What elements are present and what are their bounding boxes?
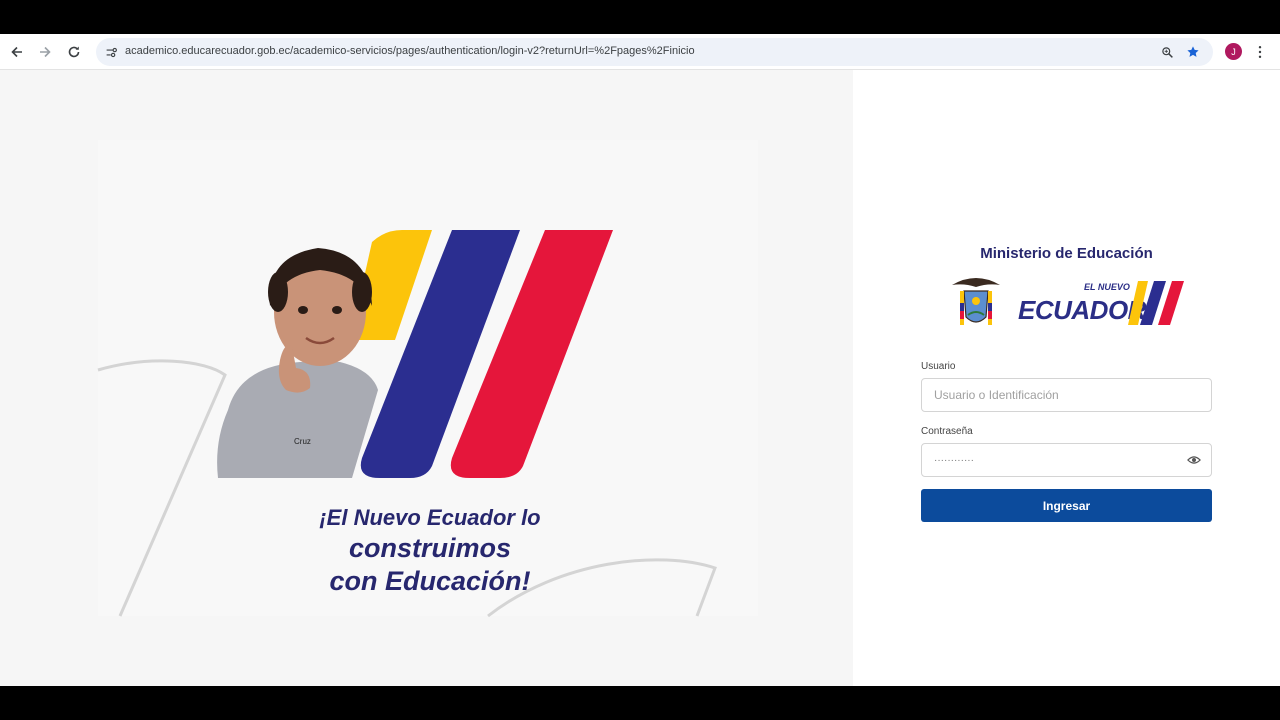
user-label: Usuario (921, 361, 956, 372)
browser-toolbar: academico.educarecuador.gob.ec/academico… (0, 34, 1280, 70)
password-input[interactable] (934, 444, 1174, 476)
zoom-icon[interactable] (1158, 43, 1176, 61)
slogan-part1: ¡El Nuevo Ecuador lo (319, 505, 541, 530)
letterbox-bottom (0, 686, 1280, 720)
menu-dots-icon[interactable] (1253, 41, 1267, 63)
eye-icon[interactable] (1187, 453, 1201, 467)
hero-panel: Cruz ¡El Nuevo Ecuador lo construimos co… (0, 70, 853, 686)
reload-icon[interactable] (62, 40, 86, 64)
site-info-icon[interactable] (102, 43, 120, 61)
forward-icon[interactable] (33, 40, 57, 64)
logo-small-text: EL NUEVO (1084, 282, 1130, 292)
login-button[interactable]: Ingresar (921, 489, 1212, 522)
slogan: ¡El Nuevo Ecuador lo construimos con Edu… (240, 503, 620, 597)
letterbox-top (0, 0, 1280, 34)
back-icon[interactable] (5, 40, 29, 64)
coat-of-arms-icon (952, 278, 1000, 325)
slogan-part2: construimos (348, 533, 512, 563)
address-bar[interactable]: academico.educarecuador.gob.ec/academico… (96, 38, 1213, 66)
logo-main-text: ECUADOR (1018, 295, 1146, 325)
user-field[interactable] (921, 378, 1212, 412)
url-text[interactable]: academico.educarecuador.gob.ec/academico… (125, 45, 695, 57)
shirt-label: Cruz (294, 437, 311, 446)
ministry-logo: EL NUEVO ECUADOR (946, 273, 1196, 335)
slogan-line2: con Educación! (329, 566, 531, 596)
password-field[interactable] (921, 443, 1212, 477)
profile-avatar[interactable]: J (1225, 43, 1242, 60)
password-label: Contraseña (921, 426, 973, 437)
bookmark-star-icon[interactable] (1184, 43, 1202, 61)
ministry-title: Ministerio de Educación (980, 245, 1153, 262)
login-panel: Ministerio de Educación EL NUEVO ECUADOR… (853, 70, 1280, 686)
user-input[interactable] (934, 379, 1174, 411)
logo-stripes-icon (1128, 281, 1184, 325)
